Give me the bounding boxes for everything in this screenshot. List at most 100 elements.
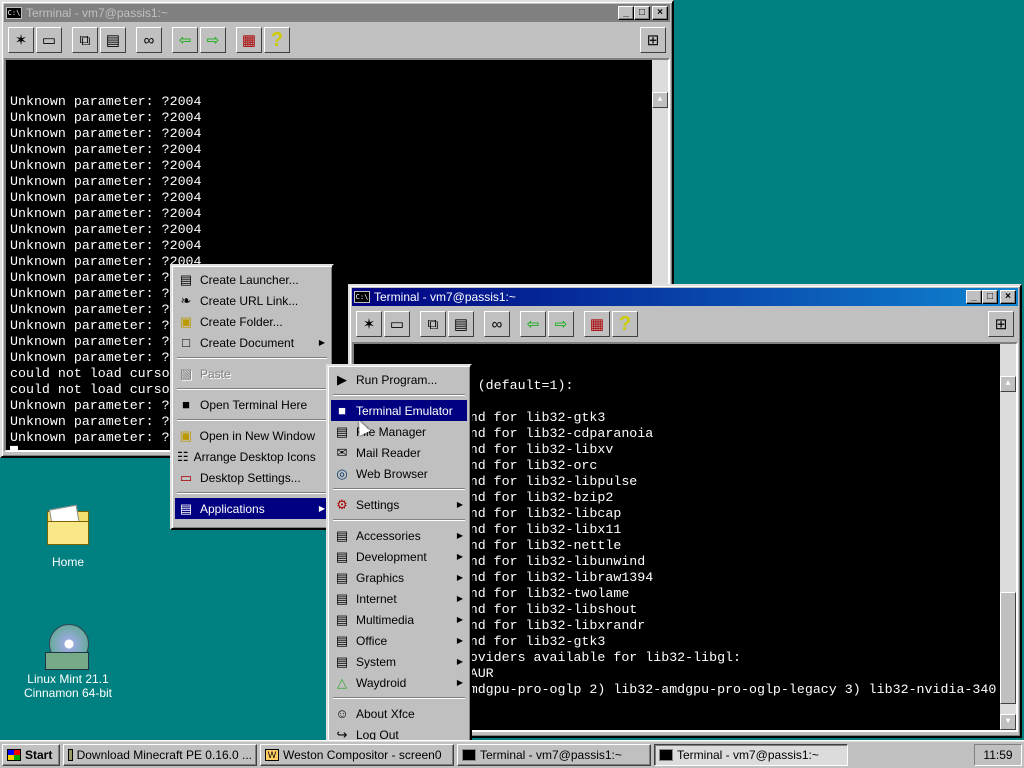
- scroll-down-icon[interactable]: ▼: [1000, 714, 1016, 730]
- back-arrow-icon[interactable]: ⇦: [172, 27, 198, 53]
- new-tab-icon[interactable]: ✶: [356, 311, 382, 337]
- scroll-up-icon[interactable]: ▲: [652, 92, 668, 108]
- terminal-line: Unknown parameter: ?2004: [10, 142, 202, 157]
- desktop-icon-home[interactable]: Home: [18, 504, 118, 569]
- terminal-icon: [462, 748, 476, 761]
- menu-label: Internet: [356, 591, 397, 606]
- menu-item-terminal-emulator[interactable]: ■ Terminal Emulator: [331, 400, 467, 421]
- menu-item-create-folder[interactable]: ▣ Create Folder...: [175, 311, 329, 332]
- menu-label: Multimedia: [356, 612, 415, 627]
- menu-item-waydroid[interactable]: △ Waydroid ▶: [331, 672, 467, 693]
- paste-icon[interactable]: ▤: [100, 27, 126, 53]
- taskbar-item-terminal-2[interactable]: Terminal - vm7@passis1:~: [654, 743, 848, 766]
- folder-icon: [45, 504, 91, 547]
- menu-item-file-manager[interactable]: ▤ File Manager: [331, 421, 467, 442]
- menu-item-open-terminal-here[interactable]: ■ Open Terminal Here: [175, 394, 329, 415]
- menu-item-create-document[interactable]: □ Create Document ▶: [175, 332, 329, 353]
- preferences-icon[interactable]: ▦: [236, 27, 262, 53]
- new-window-icon[interactable]: ▭: [384, 311, 410, 337]
- system-icon: ▤: [335, 653, 349, 669]
- menu-label: Graphics: [356, 570, 405, 585]
- menu-item-open-new-window[interactable]: ▣ Open in New Window: [175, 425, 329, 446]
- close-button[interactable]: ×: [652, 6, 668, 20]
- menu-item-run-program[interactable]: ▶ Run Program...: [331, 369, 467, 390]
- terminal-line: Unknown parameter: ?2004: [10, 174, 202, 189]
- toolbar: ✶ ▭ ⧉ ▤ ∞ ⇦ ⇨ ▦ ? ⊞: [4, 22, 670, 58]
- submenu-arrow-icon: ▶: [456, 531, 463, 540]
- scrollbar[interactable]: ▲ ▼: [1000, 344, 1016, 730]
- taskbar-item-minecraft[interactable]: Download Minecraft PE 0.16.0 ...: [63, 743, 257, 766]
- toolbar: ✶ ▭ ⧉ ▤ ∞ ⇦ ⇨ ▦ ? ⊞: [352, 306, 1018, 342]
- taskbar-item-weston[interactable]: W Weston Compositor - screen0: [260, 743, 454, 766]
- menu-item-development[interactable]: ▤ Development ▶: [331, 546, 467, 567]
- copy-icon[interactable]: ⧉: [420, 311, 446, 337]
- menu-item-desktop-settings[interactable]: ▭ Desktop Settings...: [175, 467, 329, 488]
- submenu-arrow-icon: ▶: [456, 657, 463, 666]
- menu-separator: [177, 357, 327, 359]
- titlebar[interactable]: C:\ Terminal - vm7@passis1:~ _ □ ×: [4, 4, 670, 22]
- menu-item-applications[interactable]: ▤ Applications ▶: [175, 498, 329, 519]
- menu-item-arrange-desktop-icons[interactable]: ☷ Arrange Desktop Icons: [175, 446, 329, 467]
- submenu-arrow-icon: ▶: [318, 504, 325, 513]
- find-icon[interactable]: ∞: [484, 311, 510, 337]
- minimize-button[interactable]: _: [966, 290, 982, 304]
- menu-item-web-browser[interactable]: ◎ Web Browser: [331, 463, 467, 484]
- help-icon[interactable]: ?: [264, 27, 290, 53]
- find-icon[interactable]: ∞: [136, 27, 162, 53]
- new-window-icon[interactable]: ▭: [36, 27, 62, 53]
- folder-icon: ▣: [179, 313, 193, 329]
- start-button[interactable]: Start: [2, 743, 60, 766]
- scroll-thumb[interactable]: [1000, 592, 1016, 704]
- paste-icon[interactable]: ▤: [448, 311, 474, 337]
- scroll-up-icon[interactable]: ▲: [1000, 376, 1016, 392]
- menu-item-system[interactable]: ▤ System ▶: [331, 651, 467, 672]
- titlebar[interactable]: C:\ Terminal - vm7@passis1:~ _ □ ×: [352, 288, 1018, 306]
- menu-item-about-xfce[interactable]: ☺ About Xfce: [331, 703, 467, 724]
- fullscreen-icon[interactable]: ⊞: [640, 27, 666, 53]
- menu-label: Development: [356, 549, 427, 564]
- menu-item-mail-reader[interactable]: ✉ Mail Reader: [331, 442, 467, 463]
- submenu-arrow-icon: ▶: [456, 594, 463, 603]
- menu-label: Open in New Window: [199, 428, 315, 443]
- accessories-icon: ▤: [335, 527, 349, 543]
- monitor-icon: ▭: [179, 469, 193, 485]
- menu-label: Paste: [200, 366, 231, 381]
- terminal-line: Unknown parameter: ?2004: [10, 126, 202, 141]
- submenu-arrow-icon: ▶: [318, 338, 325, 347]
- new-tab-icon[interactable]: ✶: [8, 27, 34, 53]
- terminal-line: Unknown parameter: ?2004: [10, 238, 202, 253]
- menu-label: Web Browser: [356, 466, 428, 481]
- back-arrow-icon[interactable]: ⇦: [520, 311, 546, 337]
- menu-item-paste: ▧ Paste: [175, 363, 329, 384]
- menu-item-multimedia[interactable]: ▤ Multimedia ▶: [331, 609, 467, 630]
- task-label: Weston Compositor - screen0: [283, 747, 442, 762]
- menu-item-accessories[interactable]: ▤ Accessories ▶: [331, 525, 467, 546]
- task-label: Terminal - vm7@passis1:~: [480, 747, 622, 762]
- maximize-button[interactable]: □: [982, 290, 998, 304]
- fullscreen-icon[interactable]: ⊞: [988, 311, 1014, 337]
- menu-label: Waydroid: [356, 675, 407, 690]
- menu-separator: [177, 419, 327, 421]
- window-icon: ▣: [179, 427, 192, 443]
- task-label: Download Minecraft PE 0.16.0 ...: [76, 747, 252, 762]
- copy-icon[interactable]: ⧉: [72, 27, 98, 53]
- menu-item-create-url-link[interactable]: ❧ Create URL Link...: [175, 290, 329, 311]
- taskbar-item-terminal-1[interactable]: Terminal - vm7@passis1:~: [457, 743, 651, 766]
- forward-arrow-icon[interactable]: ⇨: [200, 27, 226, 53]
- preferences-icon[interactable]: ▦: [584, 311, 610, 337]
- terminal-icon: C:\: [6, 7, 22, 19]
- forward-arrow-icon[interactable]: ⇨: [548, 311, 574, 337]
- menu-item-internet[interactable]: ▤ Internet ▶: [331, 588, 467, 609]
- menu-item-graphics[interactable]: ▤ Graphics ▶: [331, 567, 467, 588]
- menu-item-office[interactable]: ▤ Office ▶: [331, 630, 467, 651]
- minimize-button[interactable]: _: [618, 6, 634, 20]
- launcher-icon: ▤: [179, 271, 193, 287]
- menu-label: System: [356, 654, 397, 669]
- maximize-button[interactable]: □: [634, 6, 650, 20]
- desktop-icon-linux-mint[interactable]: Linux Mint 21.1 Cinnamon 64-bit: [18, 624, 118, 700]
- help-icon[interactable]: ?: [612, 311, 638, 337]
- menu-item-create-launcher[interactable]: ▤ Create Launcher...: [175, 269, 329, 290]
- menu-item-settings[interactable]: ⚙ Settings ▶: [331, 494, 467, 515]
- menu-label: Open Terminal Here: [200, 397, 308, 412]
- close-button[interactable]: ×: [1000, 290, 1016, 304]
